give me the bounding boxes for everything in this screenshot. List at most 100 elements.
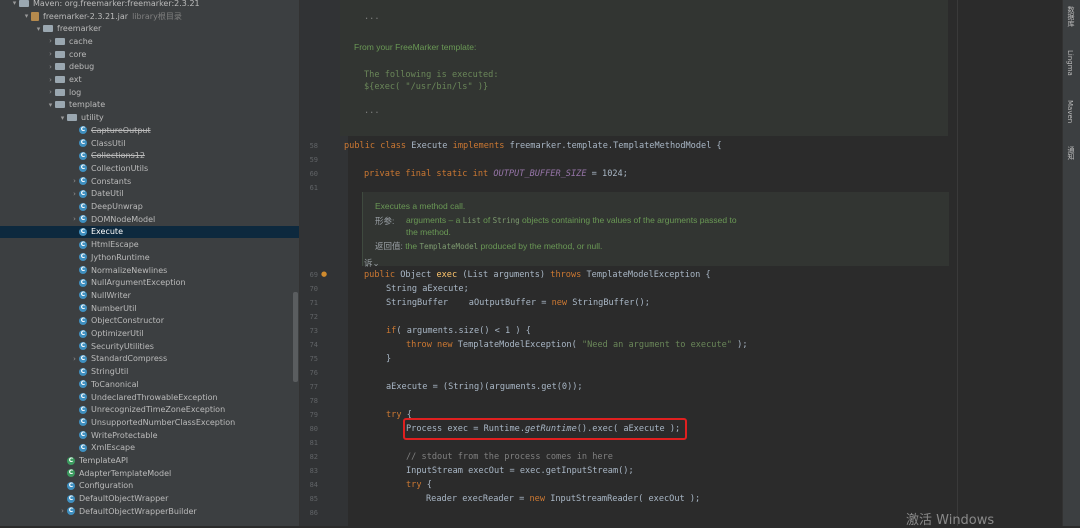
implements-marker-icon[interactable]: ● (321, 270, 327, 278)
tree-item[interactable]: ▾ utility (0, 111, 299, 124)
right-tool-stripe[interactable]: 数据库 Lingma Maven 通知 (1062, 0, 1080, 526)
tree-item[interactable]: C XmlEscape (0, 442, 299, 455)
tree-item[interactable]: › core (0, 48, 299, 61)
tree-scrollbar[interactable] (293, 292, 298, 382)
tree-item[interactable]: C NormalizeNewlines (0, 264, 299, 277)
lingma-tool-tab[interactable]: Lingma (1066, 50, 1074, 76)
tree-item-label: freemarker (57, 24, 102, 34)
tree-item[interactable]: ▾ template (0, 99, 299, 112)
chevron-right-icon[interactable]: › (70, 190, 79, 198)
tree-item[interactable]: C UnsupportedNumberClassException (0, 416, 299, 429)
code-line-60[interactable]: private final static int OUTPUT_BUFFER_S… (364, 169, 628, 179)
chevron-right-icon[interactable]: › (46, 63, 55, 71)
class-icon: C (79, 202, 87, 211)
tree-item[interactable]: › debug (0, 61, 299, 74)
tree-item[interactable]: › C DateUtil (0, 188, 299, 201)
tree-item[interactable]: C UnrecognizedTimeZoneException (0, 403, 299, 416)
chevron-right-icon[interactable]: › (46, 76, 55, 84)
code-line-83[interactable]: InputStream execOut = exec.getInputStrea… (406, 466, 634, 476)
chevron-right-icon[interactable]: › (46, 88, 55, 96)
maven-tool-tab[interactable]: Maven (1066, 100, 1074, 123)
code-line-74[interactable]: throw new TemplateModelException( "Need … (406, 340, 748, 350)
tree-item[interactable]: C Execute (0, 225, 299, 239)
tree-item[interactable]: › C DefaultObjectWrapperBuilder (0, 505, 299, 518)
doc-collapse-toggle[interactable]: 诉⌄ (364, 257, 380, 269)
tree-item[interactable]: C ToCanonical (0, 378, 299, 391)
chevron-right-icon[interactable]: › (70, 355, 79, 363)
tree-item[interactable]: C HtmlEscape (0, 238, 299, 251)
class-icon: C (79, 405, 87, 414)
tree-item[interactable]: C DefaultObjectWrapper (0, 492, 299, 505)
chevron-right-icon[interactable]: › (58, 507, 67, 515)
tree-item-label: CollectionUtils (91, 163, 149, 173)
code-line-85[interactable]: Reader execReader = new InputStreamReade… (426, 494, 700, 504)
code-line-70[interactable]: String aExecute; (386, 284, 469, 294)
tree-item[interactable]: C AdapterTemplateModel (0, 467, 299, 480)
tree-item[interactable]: C CollectionUtils (0, 162, 299, 175)
tree-item[interactable]: C CaptureOutput (0, 124, 299, 137)
tree-item[interactable]: › cache (0, 35, 299, 48)
chevron-down-icon[interactable]: ▾ (58, 114, 67, 122)
class-icon: C (79, 380, 87, 389)
doc-summary: Executes a method call. (375, 201, 466, 211)
line-number: 61 (309, 184, 318, 192)
class-icon: C (79, 443, 87, 452)
tree-item[interactable]: C DeepUnwrap (0, 200, 299, 213)
folder-icon (55, 76, 65, 84)
tree-item-label: Execute (91, 227, 123, 237)
tree-item[interactable]: C StringUtil (0, 365, 299, 378)
tree-item[interactable]: ▾ Maven: org.freemarker:freemarker:2.3.21 (0, 0, 299, 10)
tree-item-label: NormalizeNewlines (91, 265, 168, 275)
tree-item[interactable]: › C StandardCompress (0, 353, 299, 366)
code-line-69[interactable]: public Object exec (List arguments) thro… (364, 270, 711, 280)
tree-item-label: TemplateAPI (79, 456, 129, 466)
tree-item-label: OptimizerUtil (91, 329, 144, 339)
tree-item[interactable]: ▾ freemarker-2.3.21.jar library根目录 (0, 10, 299, 23)
chevron-down-icon[interactable]: ▾ (22, 12, 31, 20)
tree-item[interactable]: › ext (0, 73, 299, 86)
chevron-right-icon[interactable]: › (46, 50, 55, 58)
code-editor[interactable]: ... From your FreeMarker template: The f… (300, 0, 1060, 526)
highlight-box (403, 418, 687, 440)
tree-item[interactable]: › log (0, 86, 299, 99)
code-line-84[interactable]: try { (406, 480, 432, 490)
tree-item[interactable]: C OptimizerUtil (0, 327, 299, 340)
code-line-73[interactable]: if( arguments.size() < 1 ) { (386, 326, 531, 336)
project-tree[interactable]: ▾ Maven: org.freemarker:freemarker:2.3.21… (0, 0, 300, 526)
tree-item[interactable]: › C Constants (0, 175, 299, 188)
notifications-tool-tab[interactable]: 通知 (1066, 146, 1076, 160)
line-number: 75 (309, 355, 318, 363)
tree-item-label: StringUtil (91, 367, 129, 377)
chevron-right-icon[interactable]: › (70, 215, 79, 223)
tree-item[interactable]: C UndeclaredThrowableException (0, 391, 299, 404)
chevron-right-icon[interactable]: › (46, 37, 55, 45)
line-number: 77 (309, 383, 318, 391)
tree-item[interactable]: C WriteProtectable (0, 429, 299, 442)
code-line-75[interactable]: } (386, 354, 391, 364)
tree-item-label: freemarker-2.3.21.jar (43, 11, 129, 21)
code-line-82[interactable]: // stdout from the process comes in here (406, 452, 613, 462)
chevron-down-icon[interactable]: ▾ (10, 0, 19, 7)
tree-item-label: NullArgumentException (91, 278, 186, 288)
chevron-right-icon[interactable]: › (70, 177, 79, 185)
tree-item[interactable]: C Collections12 (0, 149, 299, 162)
code-line-58[interactable]: public class Execute implements freemark… (344, 141, 722, 151)
tree-item[interactable]: C NumberUtil (0, 302, 299, 315)
tree-item[interactable]: C SecurityUtilities (0, 340, 299, 353)
tree-item[interactable]: C NullWriter (0, 289, 299, 302)
chevron-down-icon[interactable]: ▾ (46, 101, 55, 109)
doc-exec-line2: ${exec( "/usr/bin/ls" )} (364, 82, 489, 92)
tree-item[interactable]: C Configuration (0, 480, 299, 493)
tree-item[interactable]: C TemplateAPI (0, 454, 299, 467)
tree-item[interactable]: C JythonRuntime (0, 251, 299, 264)
folder-icon (55, 88, 65, 96)
tree-item[interactable]: C NullArgumentException (0, 276, 299, 289)
tree-item[interactable]: › C DOMNodeModel (0, 213, 299, 226)
chevron-down-icon[interactable]: ▾ (34, 25, 43, 33)
tree-item[interactable]: ▾ freemarker (0, 22, 299, 35)
tree-item[interactable]: C ClassUtil (0, 137, 299, 150)
code-line-71[interactable]: StringBuffer aOutputBuffer = new StringB… (386, 298, 650, 308)
database-tool-tab[interactable]: 数据库 (1066, 6, 1076, 27)
tree-item[interactable]: C ObjectConstructor (0, 315, 299, 328)
code-line-77[interactable]: aExecute = (String)(arguments.get(0)); (386, 382, 583, 392)
